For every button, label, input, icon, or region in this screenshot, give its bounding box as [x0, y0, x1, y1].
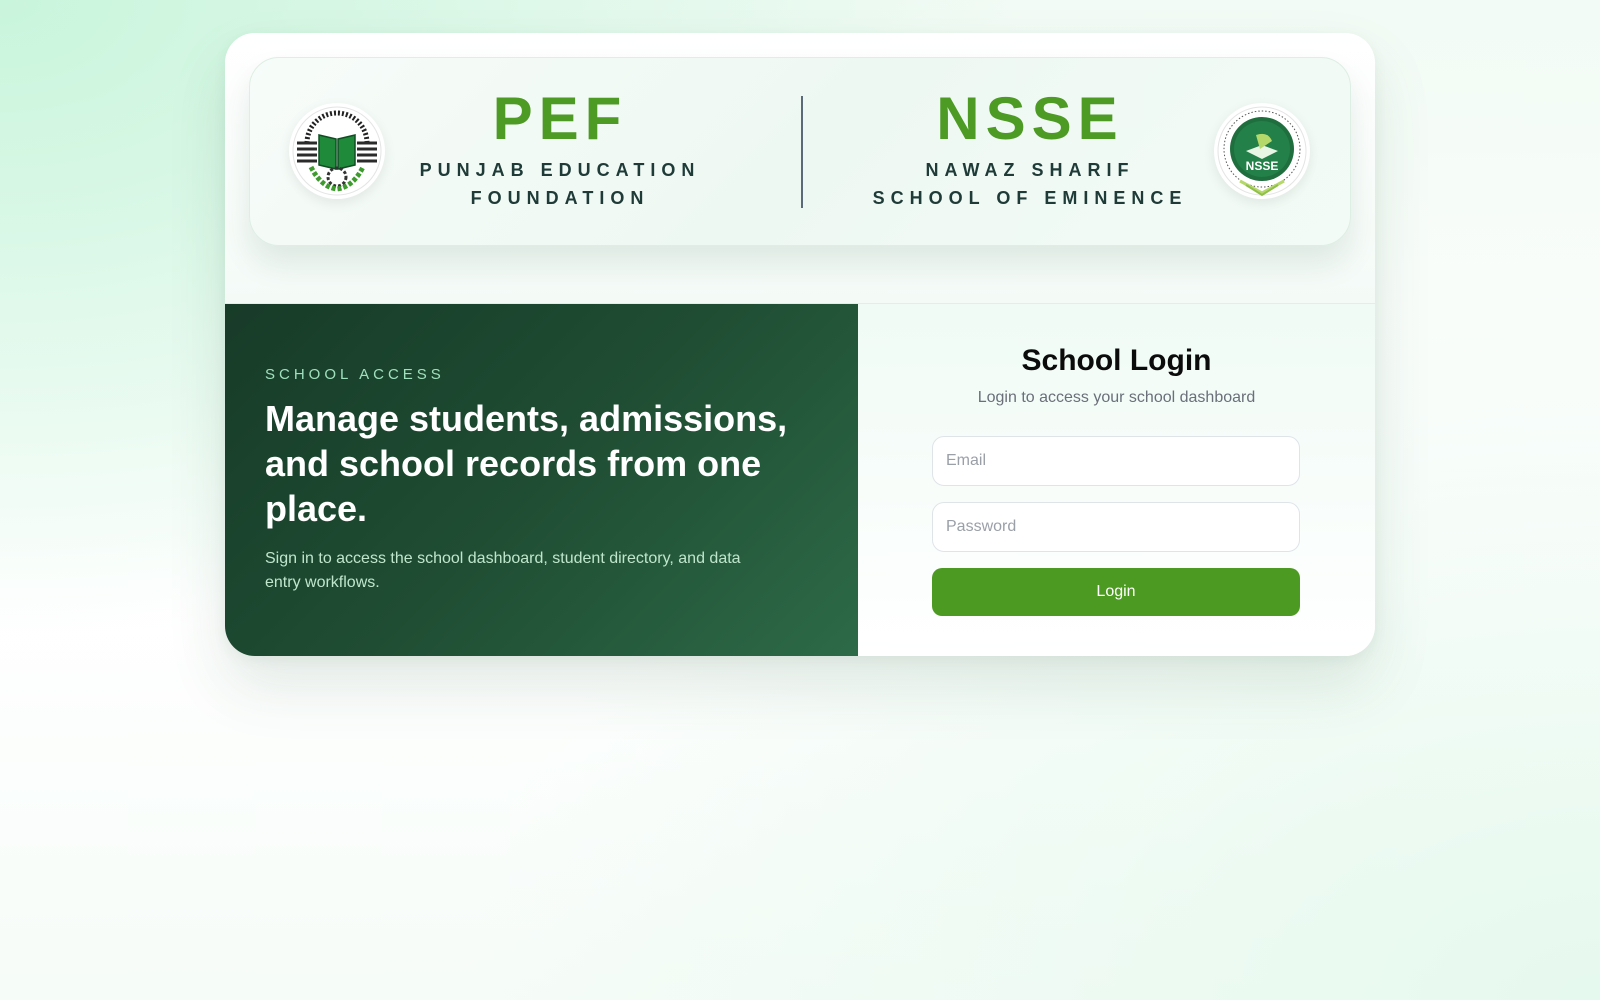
- pef-name-line2: FOUNDATION: [470, 188, 650, 208]
- nsse-emblem-icon: NSSE: [1214, 103, 1310, 199]
- login-subtitle: Login to access your school dashboard: [977, 389, 1256, 406]
- nsse-abbr: NSSE: [936, 85, 1124, 152]
- card-header: PEF PUNJAB EDUCATION FOUNDATION NSSE NAW…: [225, 33, 1375, 304]
- login-panel: School Login Login to access your school…: [858, 304, 1375, 656]
- hero-eyebrow: SCHOOL ACCESS: [265, 366, 445, 383]
- brand-bar: PEF PUNJAB EDUCATION FOUNDATION NSSE NAW…: [249, 57, 1351, 246]
- pef-brand: PEF PUNJAB EDUCATION FOUNDATION: [410, 86, 710, 212]
- password-input[interactable]: [932, 502, 1300, 552]
- nsse-name-line2: SCHOOL OF EMINENCE: [872, 188, 1188, 208]
- login-button[interactable]: Login: [932, 568, 1300, 616]
- pef-name-line1: PUNJAB EDUCATION: [419, 160, 701, 180]
- hero-panel: SCHOOL ACCESS Manage students, admission…: [225, 304, 858, 656]
- email-input[interactable]: [932, 436, 1300, 486]
- nsse-name-line1: NAWAZ SHARIF: [925, 160, 1135, 180]
- nsse-logo-text: NSSE: [1246, 159, 1279, 173]
- login-title: School Login: [1021, 344, 1212, 377]
- brand-divider: [801, 96, 803, 208]
- login-card: PEF PUNJAB EDUCATION FOUNDATION NSSE NAW…: [225, 33, 1375, 656]
- nsse-brand: NSSE NAWAZ SHARIF SCHOOL OF EMINENCE: [850, 86, 1210, 212]
- hero-description: Sign in to access the school dashboard, …: [265, 550, 741, 591]
- pef-abbr: PEF: [492, 85, 628, 152]
- hero-headline: Manage students, admissions, and school …: [265, 398, 788, 529]
- pef-emblem-icon: [289, 103, 385, 199]
